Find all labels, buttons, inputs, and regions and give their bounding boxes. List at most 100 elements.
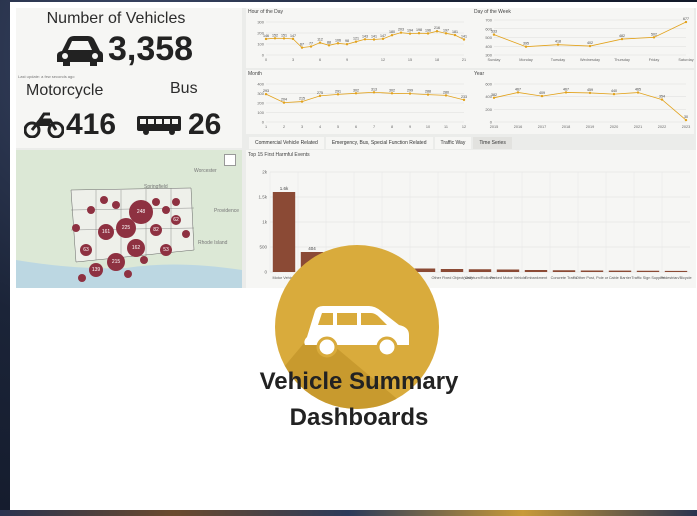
data-point xyxy=(408,32,412,35)
tab-emergency[interactable]: Emergency, Bus, Special Function Related xyxy=(325,137,433,149)
data-label: 197 xyxy=(443,28,449,32)
harmful-bar xyxy=(664,270,688,272)
x-tick-label: 1 xyxy=(265,125,267,129)
map-point[interactable] xyxy=(182,230,190,238)
data-label: 198 xyxy=(416,28,422,32)
data-label: 280 xyxy=(443,90,449,94)
x-tick-label: Tuesday xyxy=(551,58,566,62)
data-point xyxy=(444,32,448,35)
bus-label: Bus xyxy=(170,80,198,97)
x-tick-label: 9 xyxy=(409,125,411,129)
x-tick-label: 2017 xyxy=(538,125,546,129)
x-tick-label: 2019 xyxy=(586,125,594,129)
data-point xyxy=(408,92,412,95)
data-point xyxy=(426,93,430,96)
y-tick-label: 0 xyxy=(264,270,267,275)
data-point xyxy=(660,98,664,101)
data-label: 196 xyxy=(425,28,431,32)
app-title-line-2[interactable]: Dashboards xyxy=(200,404,518,432)
x-tick-label: 7 xyxy=(373,125,375,129)
x-tick-label: 0 xyxy=(265,58,267,62)
data-label: 275 xyxy=(317,91,323,95)
map-panel[interactable]: Springfield Worcester Providence Rhode I… xyxy=(16,150,242,288)
taskbar-strip xyxy=(0,510,697,516)
data-point xyxy=(354,40,358,43)
x-tick-label: 11 xyxy=(444,125,448,129)
chart-month[interactable]: Month 0 100 200 300 400 293 204 215 275 291 302 313… xyxy=(246,70,472,134)
x-tick-label: 2016 xyxy=(514,125,522,129)
map-layers-icon[interactable] xyxy=(224,154,236,166)
map-cluster-dot[interactable]: 53 xyxy=(160,244,172,256)
map-cluster-dot[interactable]: 62 xyxy=(171,215,181,225)
bar-category-label: Cable Barrier xyxy=(609,276,632,280)
data-label: 151 xyxy=(281,33,287,37)
tab-time-series[interactable]: Time Series xyxy=(473,137,512,149)
data-label: 402 xyxy=(587,41,593,45)
x-tick-label: 2023 xyxy=(682,125,690,129)
y-tick-label: 500 xyxy=(259,245,267,250)
map-cluster-dot[interactable]: 139 xyxy=(89,263,103,277)
harmful-bar xyxy=(496,269,520,272)
data-point xyxy=(684,20,688,24)
x-tick-label: 18 xyxy=(435,58,439,62)
x-tick-label: 12 xyxy=(462,125,466,129)
data-label: 30 xyxy=(684,115,688,119)
data-label: 291 xyxy=(335,89,341,93)
data-label: 146 xyxy=(263,34,269,38)
chart-day[interactable]: Day of the Week 300 400 500 600 700 533 395 418… xyxy=(472,8,694,68)
map-point[interactable] xyxy=(172,198,180,206)
data-label: 203 xyxy=(398,28,404,32)
data-label: 395 xyxy=(523,42,529,46)
last-update: Last update: a few seconds ago xyxy=(18,74,75,79)
y-tick-label: 0 xyxy=(490,120,493,125)
data-point xyxy=(540,94,544,98)
tab-commercial[interactable]: Commercial Vehicle Related xyxy=(249,137,324,149)
map-cluster-dot[interactable]: 162 xyxy=(127,239,145,257)
map-cluster-dot[interactable]: 82 xyxy=(150,224,162,236)
map-point[interactable] xyxy=(100,196,108,204)
data-label: 141 xyxy=(461,34,467,38)
map-cluster-dot[interactable]: 63 xyxy=(80,244,92,256)
data-point xyxy=(556,43,560,46)
data-label: 293 xyxy=(263,89,269,93)
data-label: 216 xyxy=(434,26,440,30)
map-point[interactable] xyxy=(78,274,86,282)
tab-traffic-way[interactable]: Traffic Way xyxy=(434,137,472,149)
data-point xyxy=(417,32,421,35)
data-label: 98 xyxy=(345,39,349,43)
data-point xyxy=(309,45,313,48)
data-point xyxy=(684,118,688,122)
harmful-bar xyxy=(636,270,660,272)
data-label: 409 xyxy=(539,91,545,95)
map-cluster-dot[interactable]: 161 xyxy=(98,224,114,240)
map-label-worcester: Worcester xyxy=(194,168,217,174)
bar-category-label: Pedestrian/Bicycle xyxy=(660,276,691,280)
bar-category-label: Other Post, Pole or xyxy=(576,276,609,280)
map-label-rhode-island: Rhode Island xyxy=(198,240,228,246)
data-point xyxy=(636,91,640,94)
map-point[interactable] xyxy=(124,270,132,278)
y-tick-label: 100 xyxy=(257,42,264,47)
map-point[interactable] xyxy=(112,201,120,209)
x-tick-label: 2018 xyxy=(562,125,570,129)
map-cluster-dot[interactable]: 225 xyxy=(116,218,136,238)
app-title-line-1[interactable]: Vehicle Summary xyxy=(200,368,518,396)
chart-year[interactable]: Year 0 200 400 600 382 467 409 467 459 440 465 354 3… xyxy=(472,70,694,134)
map-point[interactable] xyxy=(140,256,148,264)
y-tick-label: 400 xyxy=(485,44,492,49)
map-point[interactable] xyxy=(162,206,170,214)
map-point[interactable] xyxy=(72,224,80,232)
map-cluster-dot[interactable]: 215 xyxy=(107,253,125,271)
data-point xyxy=(462,98,466,102)
map-point[interactable] xyxy=(87,206,95,214)
data-label: 215 xyxy=(299,97,305,101)
data-point xyxy=(381,37,385,41)
map-point[interactable] xyxy=(152,198,160,206)
x-tick-label: Sunday xyxy=(488,58,501,62)
chart-hour[interactable]: Hour of the Day 0 100 200 300 146 152 151 147 67… xyxy=(246,8,472,68)
kpi-panel: Number of Vehicles 3,358 Last update: a … xyxy=(16,8,242,148)
y-tick-label: 600 xyxy=(485,82,492,87)
data-point xyxy=(444,94,448,97)
x-tick-label: 2021 xyxy=(634,125,642,129)
tab-bar: Commercial Vehicle Related Emergency, Bu… xyxy=(249,137,512,149)
